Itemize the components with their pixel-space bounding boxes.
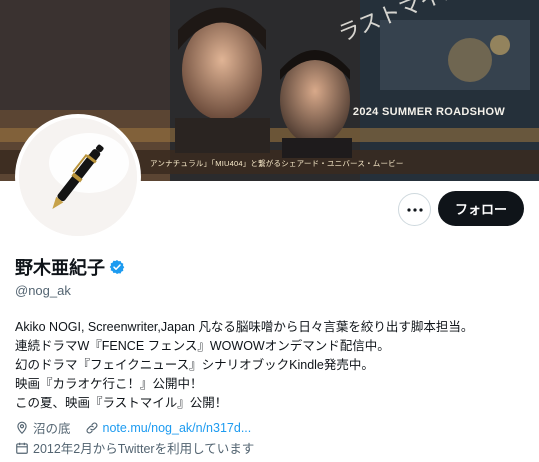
location-pin-icon: [17, 421, 27, 434]
website-link[interactable]: note.mu/nog_ak/n/n317d...: [103, 421, 252, 435]
profile-joined: 2012年2月からTwitterを利用しています: [15, 438, 268, 457]
banner-strip-text: アンナチュラル」「MIU404」と繋がるシェアード・ユニバース・ムービー: [150, 159, 404, 168]
location-text: 沼の底: [33, 422, 71, 436]
name-row: 野木亜紀子: [15, 254, 125, 280]
joined-text: 2012年2月からTwitterを利用しています: [33, 442, 255, 456]
bio-line: 幻のドラマ『フェイクニュース』シナリオブックKindle発売中。: [15, 358, 374, 372]
bio-line: 連続ドラマW『FENCE フェンス』WOWOWオンデマンド配信中。: [15, 339, 390, 353]
bio-line: 映画『カラオケ行こ！』公開中！: [15, 377, 203, 391]
more-options-button[interactable]: [398, 193, 431, 226]
calendar-icon: [16, 442, 28, 454]
location: 沼の底: [15, 418, 71, 437]
pen-image: [19, 118, 137, 236]
profile-meta: 沼の底 note.mu/nog_ak/n/n317d...: [15, 418, 265, 437]
banner-title: 2024 SUMMER ROADSHOW: [352, 106, 505, 118]
website[interactable]: note.mu/nog_ak/n/n317d...: [85, 421, 252, 435]
more-horizontal-icon: [406, 207, 423, 212]
display-name: 野木亜紀子: [15, 258, 105, 278]
joined: 2012年2月からTwitterを利用しています: [15, 438, 254, 457]
follow-button[interactable]: フォロー: [438, 191, 524, 226]
bio-line: Akiko NOGI, Screenwriter,Japan 凡なる脳味噌から日…: [15, 320, 474, 334]
user-handle: @nog_ak: [15, 283, 71, 298]
bio-line: この夏、映画『ラストマイル』公開！: [15, 396, 228, 410]
profile-bio: Akiko NOGI, Screenwriter,Japan 凡なる脳味噌から日…: [15, 318, 530, 413]
avatar[interactable]: [15, 114, 141, 240]
verified-badge-icon[interactable]: [109, 259, 125, 275]
link-icon: [86, 422, 97, 433]
